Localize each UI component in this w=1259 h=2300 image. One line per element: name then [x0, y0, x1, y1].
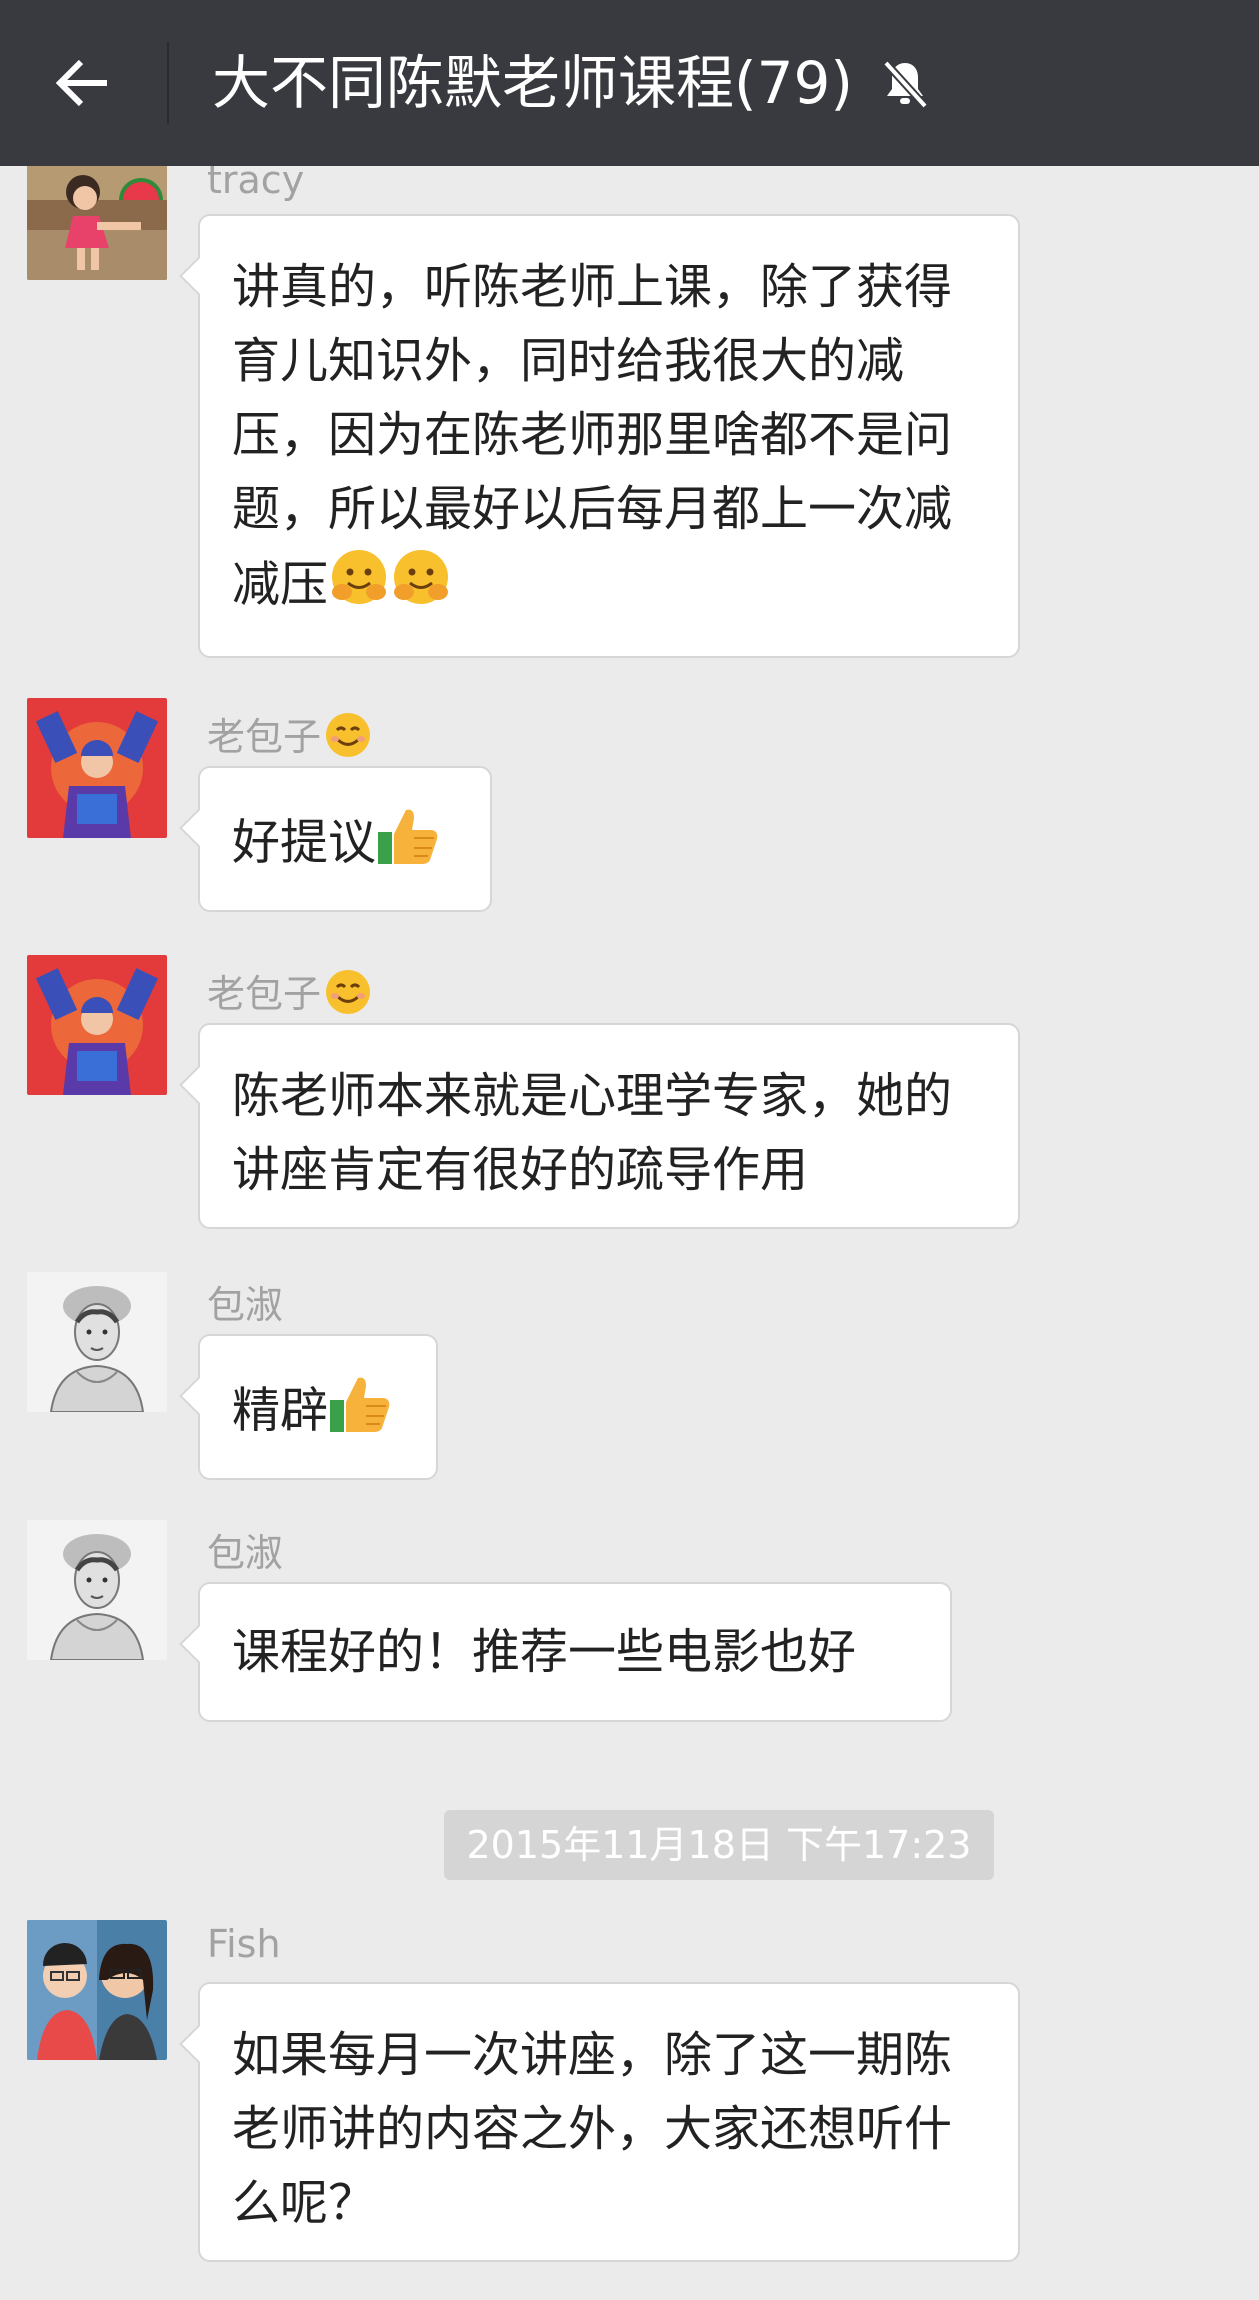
- sender-name: 包淑: [207, 1531, 284, 1575]
- message-bubble[interactable]: 课程好的！推荐一些电影也好: [198, 1582, 952, 1722]
- message-text: 陈老师本来就是心理学专家，她的讲座肯定有很好的疏导作用: [232, 1068, 953, 1198]
- thumbs-up-emoji: [328, 1370, 394, 1457]
- thumbs-up-emoji: [376, 802, 442, 889]
- vintage-portrait-sketch: [27, 1272, 167, 1412]
- bell-muted-icon: [883, 60, 928, 109]
- arrow-left-icon: [55, 59, 107, 107]
- message-text: 精辟: [232, 1382, 329, 1439]
- page-title[interactable]: 大不同陈默老师课程(79): [212, 40, 853, 126]
- avatar[interactable]: [27, 1920, 167, 2060]
- chat-messages[interactable]: tracy 讲真的，听陈老师上课，除了获得育儿知识外，同时给我很大的减压，因为在…: [0, 166, 1259, 2300]
- child-in-blue-costume-photo: [27, 698, 167, 838]
- avatar[interactable]: [27, 1272, 167, 1412]
- message-bubble[interactable]: 精辟: [198, 1334, 438, 1480]
- girl-with-watermelon-photo: [27, 166, 167, 280]
- avatar[interactable]: [27, 955, 167, 1095]
- message-text: 好提议: [232, 814, 377, 871]
- message-bubble[interactable]: 陈老师本来就是心理学专家，她的讲座肯定有很好的疏导作用: [198, 1023, 1020, 1229]
- smiling-face-emoji: [323, 710, 373, 769]
- child-in-blue-costume-photo: [27, 955, 167, 1095]
- message-bubble[interactable]: 讲真的，听陈老师上课，除了获得育儿知识外，同时给我很大的减压，因为在陈老师那里啥…: [198, 214, 1020, 658]
- message-text: 如果每月一次讲座，除了这一期陈老师讲的内容之外，大家还想听什么呢？: [232, 2027, 953, 2231]
- smiling-face-emoji: [323, 967, 373, 1026]
- avatar[interactable]: [27, 1520, 167, 1660]
- message-bubble[interactable]: 好提议: [198, 766, 492, 912]
- chat-header: 大不同陈默老师课程(79): [0, 0, 1259, 166]
- hugging-face-emoji: [328, 546, 390, 629]
- message-bubble[interactable]: 如果每月一次讲座，除了这一期陈老师讲的内容之外，大家还想听什么呢？: [198, 1982, 1020, 2262]
- sender-name: 老包子: [207, 963, 373, 1026]
- sender-name: Fish: [207, 1922, 281, 1966]
- time-separator: 2015年11月18日 下午17:23: [444, 1810, 994, 1880]
- hugging-face-emoji: [390, 546, 452, 629]
- vintage-portrait-sketch: [27, 1520, 167, 1660]
- header-divider: [167, 42, 169, 124]
- sender-name: 包淑: [207, 1283, 284, 1327]
- avatar[interactable]: [27, 166, 167, 280]
- message-text: 课程好的！推荐一些电影也好: [232, 1624, 857, 1680]
- back-button[interactable]: [44, 44, 122, 122]
- sender-name: 老包子: [207, 706, 373, 769]
- avatar[interactable]: [27, 698, 167, 838]
- sender-name: tracy: [207, 166, 305, 202]
- mother-and-child-photo: [27, 1920, 167, 2060]
